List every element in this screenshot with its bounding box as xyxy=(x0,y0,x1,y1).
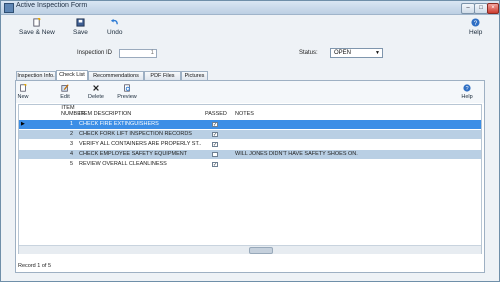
passed-checkbox[interactable]: ✓ xyxy=(212,132,218,138)
delete-x-icon xyxy=(93,85,99,91)
notes-cell: WILL JONES DIDN'T HAVE SAFETY SHOES ON. xyxy=(235,151,358,157)
maximize-button[interactable]: □ xyxy=(474,3,488,14)
item-number-cell: 1 xyxy=(69,121,73,127)
undo-label: Undo xyxy=(107,29,123,36)
table-row[interactable]: 4 CHECK EMPLOYEE SAFETY EQUIPMENT WILL J… xyxy=(19,150,481,159)
item-number-cell: 5 xyxy=(69,161,73,167)
table-row[interactable]: 5 REVIEW OVERALL CLEANLINESS ✓ xyxy=(19,160,481,169)
main-toolbar: Save & New Save Undo ? Help xyxy=(1,15,499,41)
window-title: Active Inspection Form xyxy=(16,2,88,9)
column-header-notes[interactable]: NOTES xyxy=(235,111,254,117)
chevron-down-icon: ▼ xyxy=(375,50,380,56)
table-row[interactable]: ▶ 1 CHECK FIRE EXTINGUISHERS ✓ xyxy=(19,120,481,129)
check-list-panel: New Edit Delete Preview ? Help ITEM NUMB… xyxy=(15,80,485,273)
new-document-icon xyxy=(33,18,42,27)
tab-recommendations[interactable]: Recommendations xyxy=(88,71,144,80)
new-item-icon xyxy=(20,84,27,92)
app-icon xyxy=(4,3,14,13)
column-header-item-description[interactable]: ITEM DESCRIPTION xyxy=(79,111,131,117)
preview-button[interactable]: Preview xyxy=(116,84,138,100)
undo-arrow-icon xyxy=(111,18,119,25)
tab-inspection-info[interactable]: Inspection Info. xyxy=(16,71,56,80)
status-value: OPEN xyxy=(334,50,352,56)
tab-check-list[interactable]: Check List xyxy=(56,70,88,80)
grid-help-button[interactable]: ? Help xyxy=(460,84,474,100)
tab-pdf-files[interactable]: PDF Files xyxy=(144,71,181,80)
inspection-id-label: Inspection ID xyxy=(77,50,113,56)
delete-item-label: Delete xyxy=(88,94,104,100)
item-description-cell: CHECK FIRE EXTINGUISHERS xyxy=(79,121,159,127)
notes-cell xyxy=(235,140,475,149)
checklist-grid: ITEM NUMBER ITEM DESCRIPTION PASSED NOTE… xyxy=(18,104,482,254)
help-label: Help xyxy=(469,29,483,36)
delete-item-button[interactable]: Delete xyxy=(87,84,105,100)
help-icon: ? xyxy=(471,18,480,27)
preview-label: Preview xyxy=(117,94,137,100)
grid-help-label: Help xyxy=(461,94,473,100)
scrollbar-thumb[interactable] xyxy=(249,247,273,254)
notes-cell xyxy=(235,120,475,129)
table-row[interactable]: 3 VERIFY ALL CONTAINERS ARE PROPERLY ST.… xyxy=(19,140,481,149)
edit-item-button[interactable]: Edit xyxy=(58,84,72,100)
floppy-disk-icon xyxy=(76,18,85,27)
passed-checkbox[interactable]: ✓ xyxy=(212,142,218,148)
svg-text:?: ? xyxy=(474,20,478,27)
item-number-cell: 4 xyxy=(69,151,73,157)
close-button[interactable]: × xyxy=(487,3,499,14)
inspection-window: Active Inspection Form – □ × Save & New … xyxy=(0,0,500,282)
save-new-label: Save & New xyxy=(19,29,55,36)
tab-pictures[interactable]: Pictures xyxy=(181,71,208,80)
print-preview-icon xyxy=(124,84,130,92)
item-number-cell: 2 xyxy=(69,131,73,137)
new-item-label: New xyxy=(17,94,29,100)
check-list-toolbar: New Edit Delete Preview ? Help xyxy=(16,81,484,103)
minimize-button[interactable]: – xyxy=(461,3,475,14)
item-description-cell: REVIEW OVERALL CLEANLINESS xyxy=(79,161,167,167)
status-label: Status: xyxy=(299,50,318,56)
edit-pencil-icon xyxy=(61,84,69,92)
help-button[interactable]: ? Help xyxy=(469,18,482,36)
save-button[interactable]: Save xyxy=(73,18,88,36)
new-item-button[interactable]: New xyxy=(16,84,30,100)
save-new-button[interactable]: Save & New xyxy=(19,18,55,36)
horizontal-scrollbar[interactable] xyxy=(19,245,481,254)
column-header-item-number[interactable]: ITEM NUMBER xyxy=(61,105,85,117)
undo-button[interactable]: Undo xyxy=(107,18,123,36)
record-status: Record 1 of 5 xyxy=(18,263,52,269)
passed-checkbox[interactable]: ✓ xyxy=(212,122,218,128)
column-header-passed[interactable]: PASSED xyxy=(205,111,227,117)
help-icon: ? xyxy=(463,84,471,92)
item-description-cell: VERIFY ALL CONTAINERS ARE PROPERLY ST... xyxy=(79,141,201,147)
passed-checkbox[interactable]: ✓ xyxy=(212,162,218,168)
table-row[interactable]: 2 CHECK FORK LIFT INSPECTION RECORDS ✓ xyxy=(19,130,481,139)
title-bar: Active Inspection Form – □ × xyxy=(1,1,499,15)
item-description-cell: CHECK EMPLOYEE SAFETY EQUIPMENT xyxy=(79,151,188,157)
edit-item-label: Edit xyxy=(60,94,70,100)
notes-cell xyxy=(235,160,475,169)
passed-checkbox[interactable] xyxy=(212,152,218,157)
save-label: Save xyxy=(73,29,88,36)
current-row-indicator-icon: ▶ xyxy=(21,121,25,127)
inspection-id-field[interactable]: 1 xyxy=(119,49,157,58)
item-description-cell: CHECK FORK LIFT INSPECTION RECORDS xyxy=(79,131,192,137)
status-dropdown[interactable]: OPEN ▼ xyxy=(330,48,383,58)
notes-cell xyxy=(235,130,475,139)
item-number-cell: 3 xyxy=(69,141,73,147)
svg-text:?: ? xyxy=(465,86,468,92)
